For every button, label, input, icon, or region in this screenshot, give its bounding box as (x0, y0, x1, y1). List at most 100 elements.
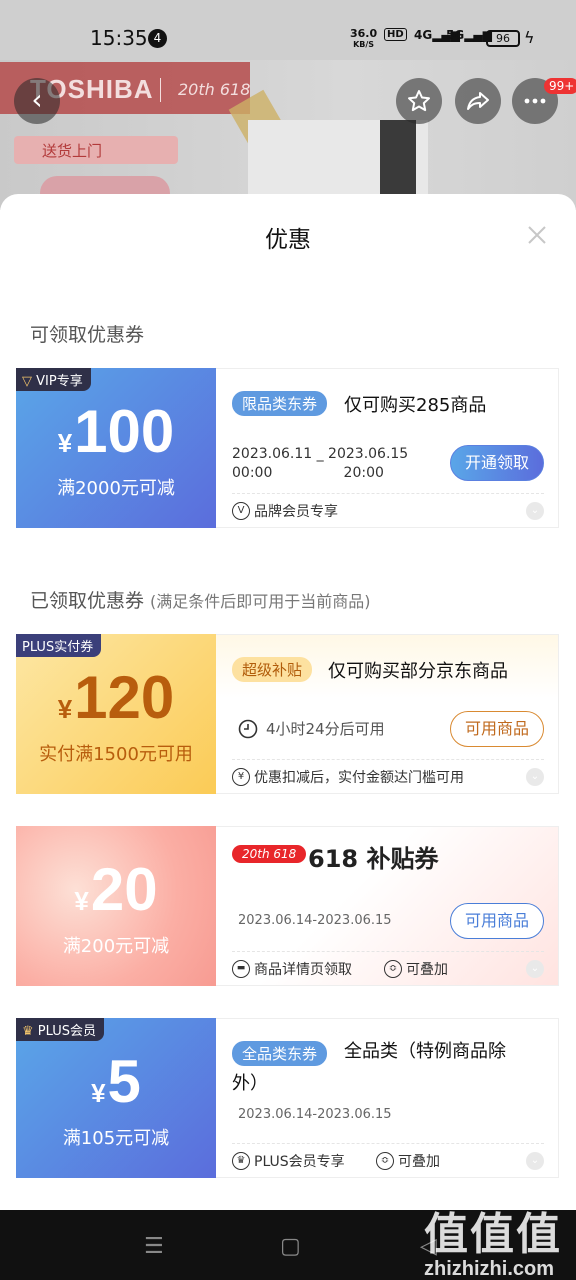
menu-icon[interactable]: ☰ (144, 1234, 164, 1259)
coupon-footer: ¥ 优惠扣减后，实付金额达门槛可用 (232, 767, 464, 787)
hd-icon: HD (384, 28, 407, 41)
usable-products-button[interactable]: 可用商品 (449, 711, 544, 747)
coupon-detail-panel: 全品类东券 全品类（特例商品除 外） 2023.06.14-2023.06.15… (216, 1018, 559, 1178)
countdown-text: 4小时24分后可用 (266, 719, 385, 738)
star-icon (408, 90, 430, 112)
coupon-ticket-icon: ▬ (232, 960, 250, 978)
expand-chevron-icon[interactable]: ⌄ (526, 502, 544, 520)
favorite-button[interactable] (396, 78, 442, 124)
coupon-footer: ▬ 商品详情页领取 (232, 959, 352, 979)
vip-badge-label: VIP专享 (36, 374, 83, 389)
coupon-footer-text: PLUS会员专享 (254, 1154, 345, 1170)
coupon-category-tag: 限品类东券 (232, 391, 328, 416)
watermark-logo: 值值值 (424, 1210, 562, 1259)
coupon-title: 全品类（特例商品除 (344, 1037, 506, 1067)
divider (232, 951, 544, 952)
coupon-footer: ♛ PLUS会员专享 (232, 1151, 345, 1171)
watermark-url: zhizhizhi.com (424, 1258, 554, 1280)
stackable-label: ≎ 可叠加 (384, 959, 448, 979)
divider (232, 493, 544, 494)
coupon-title: 仅可购买部分京东商品 (328, 661, 508, 682)
brand-separator (160, 78, 161, 102)
coupon-value-panel: ¥120 实付满1500元可用 PLUS实付券 (13, 634, 216, 794)
home-icon[interactable]: ▢ (280, 1234, 301, 1259)
coupon-footer-text: 商品详情页领取 (254, 962, 352, 978)
battery-icon: 96 (486, 30, 520, 47)
plus-member-label: PLUS会员 (37, 1024, 96, 1039)
sheet-title: 优惠 (265, 227, 311, 253)
back-button[interactable]: ‹ (14, 78, 60, 124)
coupon-title-line1: 全品类（特例商品除 (344, 1041, 506, 1062)
amount-value: 120 (74, 664, 175, 731)
coupon-footer-text: 优惠扣减后，实付金额达门槛可用 (254, 770, 464, 786)
crown-icon: ♛ (232, 1152, 250, 1170)
share-button[interactable] (455, 78, 501, 124)
vip-icon: ▽ (22, 374, 32, 389)
stack-icon: ≎ (376, 1152, 394, 1170)
coupon-detail-panel: 限品类东券 仅可购买285商品 2023.06.11 _ 2023.06.15 … (216, 368, 559, 528)
notification-count: 4 (148, 29, 167, 48)
divider (232, 1143, 544, 1144)
coupon-condition: 满200元可减 (62, 936, 170, 957)
coupon-title: 618 补贴券 (308, 845, 439, 873)
amount-value: 20 (90, 856, 158, 923)
coupon-date-range: 2023.06.11 _ 2023.06.15 (232, 446, 409, 462)
plus-badge: PLUS实付券 (16, 634, 102, 657)
coupon-title-line2: 外） (232, 1073, 268, 1094)
open-claim-button[interactable]: 开通领取 (449, 445, 544, 481)
coupon-countdown: 4小时24分后可用 (238, 719, 385, 739)
coupon-value-panel: ¥100 满2000元可减 ▽ VIP专享 (13, 368, 216, 528)
stackable-text: 可叠加 (406, 962, 448, 978)
coupon-title: 仅可购买285商品 (344, 395, 487, 416)
message-badge: 99+ (544, 78, 576, 94)
yen-symbol: ¥ (57, 694, 73, 724)
status-time: 15:35 (90, 26, 148, 50)
amount-value: 5 (107, 1048, 141, 1115)
usable-products-button[interactable]: 可用商品 (449, 903, 544, 939)
coupon-footer: V 品牌会员专享 (232, 501, 338, 521)
divider (232, 759, 544, 760)
coupon-condition: 满2000元可减 (57, 478, 175, 499)
claimed-title-text: 已领取优惠券 (30, 590, 145, 612)
coupon-category-tag: 全品类东券 (232, 1041, 328, 1066)
coupon-card-plus-payment: ¥120 实付满1500元可用 PLUS实付券 超级补贴 仅可购买部分京东商品 … (13, 634, 559, 794)
coupon-card-vip: ¥100 满2000元可减 ▽ VIP专享 限品类东券 仅可购买285商品 20… (13, 368, 559, 528)
share-icon (467, 92, 489, 110)
signal-5g-label: 5G (446, 28, 465, 42)
status-bar: 15:35 4 36.0 KB/S HD 4G▂▄▆ 5G▂▄▆ 96 ϟ (0, 0, 576, 60)
vip-badge: ▽ VIP专享 (16, 368, 91, 391)
expand-chevron-icon[interactable]: ⌄ (526, 768, 544, 786)
coupon-card-618-subsidy: ¥20 满200元可减 20th 618 618 补贴券 2023.06.14-… (13, 826, 559, 986)
site-watermark: 值值值 zhizhizhi.com (424, 1198, 562, 1280)
promo-logo: 20th 618 (178, 80, 251, 99)
yen-symbol: ¥ (91, 1078, 106, 1108)
expand-chevron-icon[interactable]: ⌄ (526, 960, 544, 978)
claimed-section-title: 已领取优惠券 (满足条件后即可用于当前商品) (30, 586, 371, 613)
crown-icon: ♛ (22, 1024, 34, 1039)
network-speed: 36.0 KB/S (350, 28, 377, 50)
coupon-condition: 满105元可减 (62, 1128, 170, 1149)
amount-value: 100 (74, 398, 175, 465)
618-logo: 20th 618 (232, 845, 307, 863)
expand-chevron-icon[interactable]: ⌄ (526, 1152, 544, 1170)
claimed-note: (满足条件后即可用于当前商品) (150, 592, 371, 611)
yen-icon: ¥ (232, 768, 250, 786)
more-icon (524, 98, 546, 104)
coupon-detail-panel: 20th 618 618 补贴券 2023.06.14-2023.06.15 可… (216, 826, 559, 986)
plus-member-badge: ♛ PLUS会员 (16, 1018, 104, 1041)
coupon-detail-panel: 超级补贴 仅可购买部分京东商品 4小时24分后可用 可用商品 ¥ 优惠扣减后，实… (216, 634, 559, 794)
yen-symbol: ¥ (57, 428, 73, 458)
clock-icon (238, 719, 258, 739)
signal-5g-icon: 5G▂▄▆ (446, 28, 492, 42)
stack-icon: ≎ (384, 960, 402, 978)
coupon-footer-text: 品牌会员专享 (254, 504, 338, 520)
coupon-amount: ¥120 (16, 668, 216, 739)
coupon-amount: ¥20 (16, 860, 216, 931)
net-speed-unit: KB/S (353, 40, 375, 49)
coupon-card-plus-member: ¥5 满105元可减 ♛ PLUS会员 全品类东券 全品类（特例商品除 外） 2… (13, 1018, 559, 1178)
coupon-dates: 2023.06.14-2023.06.15 (238, 913, 392, 928)
coupon-amount: ¥5 (16, 1052, 216, 1123)
charging-icon: ϟ (524, 28, 535, 47)
close-button[interactable] (524, 222, 550, 248)
coupon-dates: 2023.06.11 _ 2023.06.15 00:00 20:00 (232, 445, 408, 483)
